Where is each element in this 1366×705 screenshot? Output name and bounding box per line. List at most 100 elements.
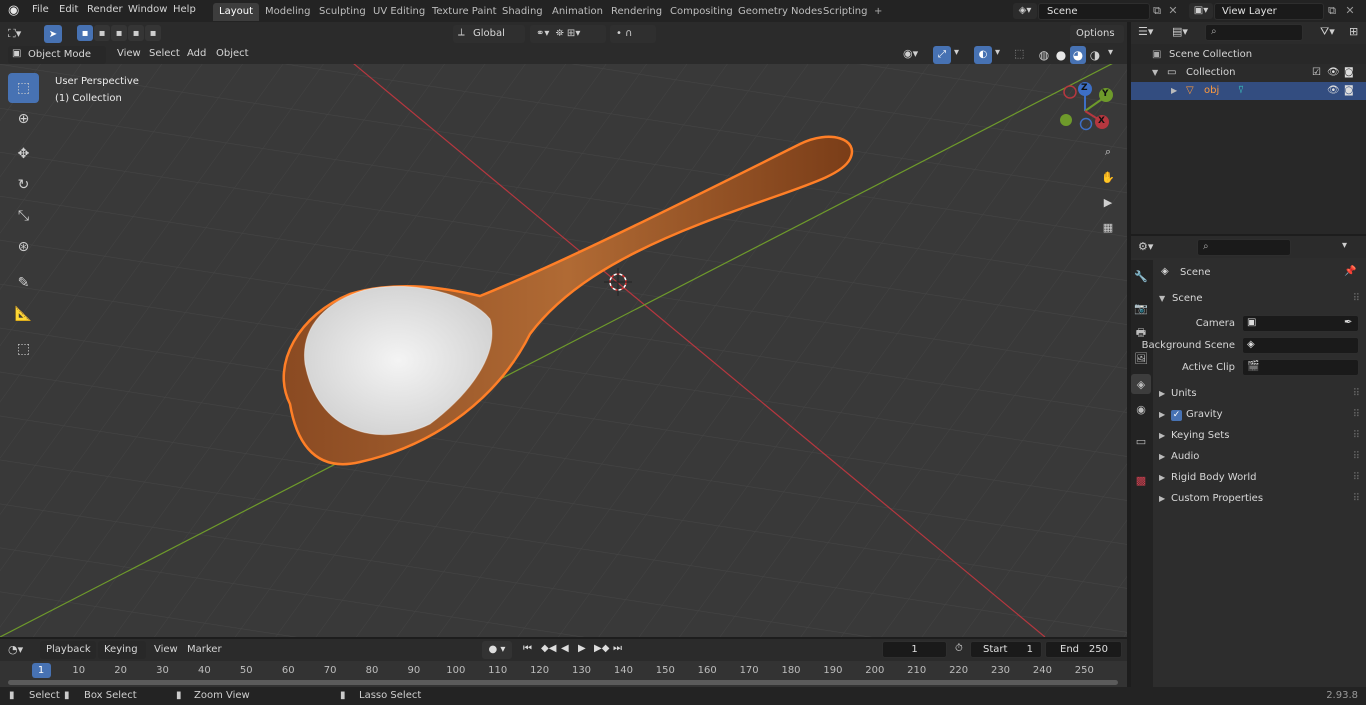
mesh-data-icon[interactable]: ⍢ [1238,82,1244,100]
new-view-layer-icon[interactable]: ⧉ [1324,3,1340,19]
viewport-canvas[interactable] [0,64,1127,637]
viewport-menu-object[interactable]: Object [216,48,249,59]
new-collection-icon[interactable]: ⊞ [1349,25,1358,38]
jump-end-icon[interactable]: ⏭ [613,643,622,654]
tab-geometry-nodes[interactable]: Geometry Nodes [732,3,828,21]
properties-options-icon[interactable]: ▾ [1342,240,1347,251]
annotate-tool-icon[interactable]: ✎ [8,268,39,298]
timeline-menu-marker[interactable]: Marker [187,644,222,655]
timeline-scrollbar[interactable] [8,680,1118,685]
view-layer-tab-icon[interactable]: 🖼 [1131,348,1151,368]
end-frame-field[interactable]: End 250 [1045,641,1122,658]
overlay-toggle-icon[interactable]: ◐ [974,46,992,64]
properties-editor-type-icon[interactable]: ⚙▾ [1138,240,1153,253]
shading-dropdown-icon[interactable]: ▾ [1108,47,1113,58]
custom-properties-panel-header[interactable]: ▶ Custom Properties ⠿ [1153,489,1360,509]
menu-edit[interactable]: Edit [59,4,78,15]
viewport-menu-view[interactable]: View [117,48,141,59]
tab-modeling[interactable]: Modeling [259,3,317,21]
tool-tab-icon[interactable]: 🔧 [1131,266,1151,286]
measure-tool-icon[interactable]: 📐 [8,299,39,329]
record-icon[interactable]: ● ▾ [482,641,512,659]
drag-handle-icon[interactable]: ⠿ [1353,405,1360,425]
units-panel-header[interactable]: ▶ Units ⠿ [1153,384,1360,404]
add-cube-tool-icon[interactable]: ⬚ [8,334,39,364]
select-mode-subtract-icon[interactable]: ▪ [111,25,127,41]
active-clip-field[interactable] [1242,359,1359,376]
jump-start-icon[interactable]: ⏮ [523,643,532,654]
menu-window[interactable]: Window [128,4,167,15]
tab-compositing[interactable]: Compositing [664,3,739,21]
gizmo-dropdown-icon[interactable]: ▾ [954,47,959,58]
outliner-search-input[interactable] [1205,24,1303,41]
tab-uv-editing[interactable]: UV Editing [367,3,431,21]
menu-render[interactable]: Render [87,4,123,15]
outliner-row-scene-collection[interactable]: ▣ Scene Collection [1131,46,1366,64]
render-camera-icon[interactable]: ◙ [1344,64,1354,82]
select-box-tool-icon[interactable]: ⬚ [8,73,39,103]
select-mode-invert-icon[interactable]: ▪ [128,25,144,41]
options-dropdown[interactable]: Options [1070,25,1124,43]
timeline-editor-type-icon[interactable]: ◔▾ [8,643,23,656]
gizmo-z-label[interactable]: Z [1081,83,1088,93]
keying-dropdown[interactable]: Keying ▾ [98,641,146,673]
select-mode-intersect-icon[interactable]: ▪ [145,25,161,41]
editor-type-icon[interactable]: ⛶▾ [8,26,36,42]
object-mode-dropdown[interactable]: Object Mode [8,46,106,64]
expand-icon[interactable]: ▶ [1171,82,1177,100]
gizmo-x-label[interactable]: X [1098,116,1105,126]
gizmo-toggle-icon[interactable]: ⤢ [933,46,951,64]
exclude-checkbox-icon[interactable]: ☑ [1312,64,1321,82]
delete-scene-icon[interactable]: ✕ [1166,3,1180,19]
tab-sculpting[interactable]: Sculpting [313,3,372,21]
perspective-toggle-icon[interactable]: ▦ [1098,217,1118,237]
outliner-row-collection[interactable]: ▼ ▭ Collection ☑ 👁 ◙ [1131,64,1366,82]
collection-tab-icon[interactable]: ▭ [1131,431,1151,451]
overlay-dropdown-icon[interactable]: ▾ [995,47,1000,58]
select-mode-extend-icon[interactable]: ▪ [94,25,110,41]
gravity-panel-header[interactable]: ▶ ✓ Gravity ⠿ [1153,405,1360,425]
drag-handle-icon[interactable]: ⠿ [1353,468,1360,488]
visibility-dropdown-icon[interactable]: ◉▾ [903,47,927,63]
viewport-menu-add[interactable]: Add [187,48,206,59]
tab-animation[interactable]: Animation [546,3,609,21]
start-frame-field[interactable]: Start 1 [970,641,1042,658]
wireframe-shading-icon[interactable]: ◍ [1036,46,1052,64]
camera-field[interactable] [1242,315,1359,332]
select-mode-new-icon[interactable]: ▪ [77,25,93,41]
material-preview-shading-icon[interactable]: ◕ [1070,46,1086,64]
drag-handle-icon[interactable]: ⠿ [1353,289,1360,309]
world-tab-icon[interactable]: ◉ [1131,399,1151,419]
rendered-shading-icon[interactable]: ◑ [1087,46,1103,64]
blender-logo-icon[interactable]: ◉ [8,3,24,19]
drag-handle-icon[interactable]: ⠿ [1353,384,1360,404]
audio-panel-header[interactable]: ▶ Audio ⠿ [1153,447,1360,467]
outliner-display-mode-icon[interactable]: ▤▾ [1172,25,1188,38]
tab-layout[interactable]: Layout [213,3,259,21]
view-layer-field[interactable]: View Layer [1214,3,1324,20]
tab-shading[interactable]: Shading [496,3,549,21]
filter-icon[interactable]: ⛛▾ [1320,25,1335,39]
expand-icon[interactable]: ▼ [1152,64,1158,82]
render-camera-icon[interactable]: ◙ [1344,82,1354,100]
rigid-body-world-panel-header[interactable]: ▶ Rigid Body World ⠿ [1153,468,1360,488]
pivot-snap-controls[interactable]: ⚭▾ ⛯ ⊞▾ [530,25,606,43]
rotate-tool-icon[interactable]: ↻ [8,170,39,200]
proportional-editing-controls[interactable]: • ∩ [610,25,656,43]
render-tab-icon[interactable]: 📷 [1131,298,1151,318]
keying-sets-panel-header[interactable]: ▶ Keying Sets ⠿ [1153,426,1360,446]
visibility-eye-icon[interactable]: 👁 [1327,82,1340,100]
stopwatch-icon[interactable]: ⏱ [955,643,963,654]
next-keyframe-icon[interactable]: ▶◆ [594,643,609,654]
scale-tool-icon[interactable]: ⤡ [8,201,39,231]
tab-rendering[interactable]: Rendering [605,3,668,21]
gravity-checkbox[interactable]: ✓ [1171,410,1182,421]
play-icon[interactable]: ▶ [578,643,586,654]
scene-name-field[interactable]: Scene [1038,3,1150,20]
eyedropper-icon[interactable]: ✒ [1344,317,1352,328]
zoom-icon[interactable]: ⌕ [1098,142,1118,162]
tab-scripting[interactable]: Scripting [817,3,873,21]
scene-panel-header[interactable]: ▼ Scene ⠿ [1153,289,1360,309]
prev-keyframe-icon[interactable]: ◆◀ [541,643,556,654]
new-scene-icon[interactable]: ⧉ [1149,3,1165,19]
